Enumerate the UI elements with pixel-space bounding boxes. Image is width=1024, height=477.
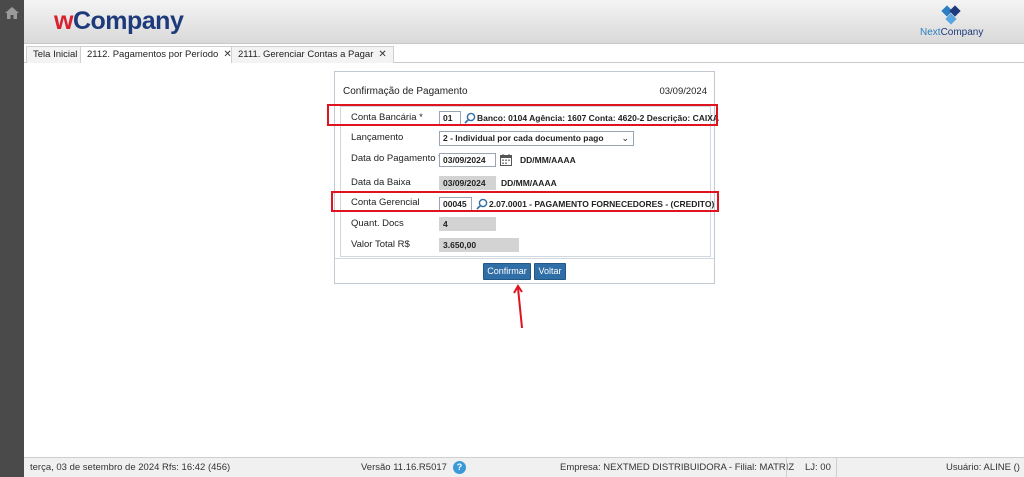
tab-label: 2111. Gerenciar Contas a Pagar bbox=[238, 49, 374, 60]
chevron-down-icon: ⌄ bbox=[621, 133, 629, 143]
footer-divider bbox=[786, 458, 787, 477]
data-baixa-label: Data da Baixa bbox=[351, 177, 411, 188]
help-icon[interactable]: ? bbox=[453, 461, 466, 474]
valor-total-label: Valor Total R$ bbox=[351, 239, 410, 250]
annotation-arrow-icon bbox=[513, 284, 523, 329]
nextcompany-diamond-icon bbox=[941, 5, 961, 25]
app-header: wCompany NextCompany bbox=[24, 0, 1024, 44]
search-icon[interactable] bbox=[464, 112, 476, 124]
conta-bancaria-input[interactable]: 01 bbox=[439, 111, 461, 125]
quant-docs-field: 4 bbox=[439, 217, 496, 231]
tab-gerenciar-contas-a-pagar[interactable]: 2111. Gerenciar Contas a Pagar ✕ bbox=[231, 46, 394, 63]
search-icon[interactable] bbox=[476, 198, 488, 210]
lancamento-label: Lançamento bbox=[351, 132, 404, 143]
nextcompany-logo: NextCompany bbox=[920, 5, 984, 39]
quant-docs-label: Quant. Docs bbox=[351, 218, 404, 229]
dialog-date: 03/09/2024 bbox=[659, 86, 707, 97]
left-sidebar bbox=[0, 0, 24, 477]
footer-version: Versão 11.16.R5017 bbox=[361, 462, 447, 473]
data-pagamento-format: DD/MM/AAAA bbox=[520, 155, 576, 165]
tab-label: Tela Inicial bbox=[33, 49, 78, 60]
tab-pagamentos-por-periodo[interactable]: 2112. Pagamentos por Período ✕ bbox=[80, 46, 239, 63]
home-icon[interactable] bbox=[5, 7, 19, 19]
tab-tela-inicial[interactable]: Tela Inicial bbox=[26, 46, 85, 63]
nextcompany-wordmark: NextCompany bbox=[920, 27, 984, 38]
conta-gerencial-label: Conta Gerencial bbox=[351, 197, 420, 208]
footer-lj: LJ: 00 bbox=[805, 462, 831, 473]
dialog-button-bar: Confirmar Voltar bbox=[335, 258, 714, 284]
data-baixa-field: 03/09/2024 bbox=[439, 176, 496, 190]
back-button[interactable]: Voltar bbox=[534, 263, 566, 280]
footer-empresa: Empresa: NEXTMED DISTRIBUIDORA - Filial:… bbox=[560, 462, 795, 473]
data-baixa-format: DD/MM/AAAA bbox=[501, 178, 557, 188]
close-icon[interactable]: ✕ bbox=[378, 49, 386, 60]
form-panel: Conta Bancária * 01 Banco: 0104 Agência:… bbox=[340, 106, 719, 257]
status-bar: terça, 03 de setembro de 2024 Rfs: 16:42… bbox=[24, 457, 1024, 477]
lancamento-selected-value: 2 - Individual por cada documento pago bbox=[443, 133, 604, 143]
data-pagamento-label: Data do Pagamento * bbox=[351, 153, 442, 164]
conta-bancaria-description: Banco: 0104 Agência: 1607 Conta: 4620-2 … bbox=[477, 113, 720, 123]
conta-bancaria-label: Conta Bancária * bbox=[351, 112, 423, 123]
tab-label: 2112. Pagamentos por Período bbox=[87, 49, 219, 60]
lancamento-select[interactable]: 2 - Individual por cada documento pago ⌄ bbox=[439, 131, 634, 146]
dialog-title: Confirmação de Pagamento bbox=[343, 86, 468, 97]
conta-gerencial-description: 2.07.0001 - PAGAMENTO FORNECEDORES - (CR… bbox=[489, 199, 715, 209]
footer-date-time: terça, 03 de setembro de 2024 Rfs: 16:42… bbox=[30, 462, 231, 473]
confirm-button[interactable]: Confirmar bbox=[483, 263, 531, 280]
valor-total-field: 3.650,00 bbox=[439, 238, 519, 252]
payment-confirmation-dialog: Confirmação de Pagamento 03/09/2024 Cont… bbox=[334, 71, 719, 284]
calendar-icon[interactable] bbox=[500, 154, 512, 166]
tab-bar: Tela Inicial 2112. Pagamentos por Períod… bbox=[24, 46, 1024, 63]
footer-usuario: Usuário: ALINE () bbox=[946, 462, 1020, 473]
wcompany-logo: wCompany bbox=[54, 7, 184, 35]
footer-divider bbox=[836, 458, 837, 477]
data-pagamento-input[interactable]: 03/09/2024 bbox=[439, 153, 496, 167]
conta-gerencial-input[interactable]: 00045 bbox=[439, 197, 472, 211]
